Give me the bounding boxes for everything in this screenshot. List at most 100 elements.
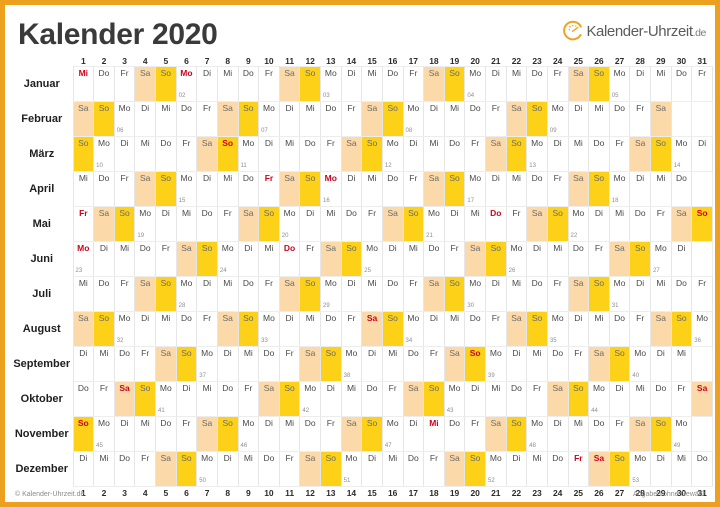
day-cell[interactable]: Do [216, 381, 239, 417]
day-cell[interactable]: Sa [134, 276, 156, 312]
day-cell[interactable]: So [423, 381, 445, 417]
day-cell[interactable]: Fr [567, 451, 590, 487]
day-cell[interactable]: Fr [402, 66, 425, 102]
day-cell[interactable]: Mi [175, 206, 198, 242]
day-cell[interactable]: Mo 22 [567, 206, 590, 242]
day-cell[interactable]: Sa [608, 241, 631, 277]
day-cell[interactable]: Mo 32 [113, 311, 136, 347]
day-cell[interactable]: Mo 12 [381, 136, 404, 172]
day-cell[interactable]: Mi [216, 276, 239, 312]
day-cell[interactable]: Do [608, 311, 631, 347]
day-cell[interactable]: Do [443, 136, 466, 172]
day-cell[interactable]: Mo 44 [588, 381, 610, 417]
day-cell[interactable]: Mi [588, 101, 610, 137]
day-cell[interactable]: So [526, 311, 548, 347]
day-cell[interactable]: Mi [155, 311, 177, 347]
day-cell[interactable]: Sa [175, 241, 198, 277]
day-cell[interactable]: Di [278, 101, 301, 137]
day-cell[interactable]: So [237, 311, 260, 347]
day-cell[interactable]: Di [546, 136, 569, 172]
day-cell[interactable]: So [134, 381, 156, 417]
day-cell[interactable]: Mi [443, 101, 466, 137]
day-cell[interactable]: Do [299, 416, 321, 452]
day-cell[interactable]: Di [155, 206, 177, 242]
day-cell[interactable]: Sa [650, 101, 672, 137]
day-cell[interactable]: Fr [670, 381, 693, 417]
day-cell[interactable]: Mi [505, 171, 528, 207]
day-cell[interactable]: So [113, 206, 136, 242]
day-cell[interactable]: Mo 36 [691, 311, 713, 347]
day-cell[interactable]: Do [670, 276, 693, 312]
day-cell[interactable]: Do [175, 311, 198, 347]
day-cell[interactable]: Di [340, 276, 363, 312]
day-cell[interactable]: Sa [567, 276, 590, 312]
day-cell[interactable]: Do [443, 416, 466, 452]
day-cell[interactable]: Mi [278, 136, 301, 172]
day-cell[interactable]: So [216, 416, 239, 452]
day-cell[interactable]: Fr [381, 381, 404, 417]
day-cell[interactable]: So [402, 206, 425, 242]
day-cell[interactable]: Di [608, 381, 631, 417]
day-cell[interactable]: Mo 26 [505, 241, 528, 277]
day-cell[interactable]: Mo 10 [93, 136, 115, 172]
day-cell[interactable]: Di [72, 451, 95, 487]
day-cell[interactable]: Do [629, 206, 651, 242]
day-cell[interactable]: So [361, 136, 383, 172]
day-cell[interactable]: So [464, 451, 486, 487]
day-cell[interactable]: Do [381, 276, 404, 312]
day-cell[interactable]: Sa [423, 276, 445, 312]
day-cell[interactable]: Do [546, 346, 569, 382]
day-cell[interactable]: Do [113, 346, 136, 382]
day-cell[interactable]: So [650, 416, 672, 452]
day-cell[interactable]: Fr [485, 311, 507, 347]
day-cell[interactable]: Do [546, 451, 569, 487]
day-cell[interactable]: So [196, 241, 218, 277]
day-cell[interactable]: So [567, 381, 590, 417]
day-cell[interactable]: Mi [72, 66, 95, 102]
day-cell[interactable]: Sa [650, 311, 672, 347]
day-cell[interactable]: Di [650, 451, 672, 487]
day-cell[interactable]: Mo 40 [629, 346, 651, 382]
day-cell[interactable]: So [361, 416, 383, 452]
day-cell[interactable]: Do [320, 101, 342, 137]
day-cell[interactable]: Di [567, 311, 590, 347]
day-cell[interactable]: So [175, 451, 198, 487]
day-cell[interactable]: Fr [134, 451, 156, 487]
day-cell[interactable]: Di [567, 101, 590, 137]
day-cell[interactable]: Sa [588, 346, 610, 382]
day-cell[interactable]: Di [505, 451, 528, 487]
day-cell[interactable]: Fr [464, 136, 486, 172]
day-cell[interactable]: Di [340, 66, 363, 102]
day-cell[interactable]: Do [113, 451, 136, 487]
day-cell[interactable]: Sa [340, 416, 363, 452]
day-cell[interactable]: Mi [381, 346, 404, 382]
day-cell[interactable]: Fr [175, 136, 198, 172]
day-cell[interactable]: Mi [93, 451, 115, 487]
day-cell[interactable]: Do [72, 381, 95, 417]
day-cell[interactable]: Sa [361, 101, 383, 137]
day-cell[interactable]: So [608, 451, 631, 487]
day-cell[interactable]: Mo 45 [93, 416, 115, 452]
day-cell[interactable]: Mo 27 [650, 241, 672, 277]
day-cell[interactable]: Do [134, 241, 156, 277]
day-cell[interactable]: Mo 03 [320, 66, 342, 102]
day-cell[interactable]: Sa [485, 416, 507, 452]
day-cell[interactable]: Mo 18 [608, 171, 631, 207]
day-cell[interactable]: Di [464, 381, 486, 417]
day-cell[interactable]: Sa [93, 206, 115, 242]
day-cell[interactable]: Di [361, 346, 383, 382]
day-cell[interactable]: So [443, 66, 466, 102]
day-cell[interactable]: Di [72, 346, 95, 382]
day-cell[interactable]: Mi [650, 276, 672, 312]
day-cell[interactable]: Fr [608, 416, 631, 452]
day-cell[interactable]: Fr [258, 171, 280, 207]
day-cell[interactable]: Di [196, 171, 218, 207]
day-cell[interactable]: Do [526, 66, 548, 102]
day-cell[interactable]: Do [402, 346, 425, 382]
day-cell[interactable]: Mo 48 [526, 416, 548, 452]
day-cell[interactable]: Do [464, 101, 486, 137]
day-cell[interactable]: Do [567, 241, 590, 277]
day-cell[interactable]: Do [320, 311, 342, 347]
day-cell[interactable]: Mi [650, 171, 672, 207]
day-cell[interactable]: Mi [650, 66, 672, 102]
